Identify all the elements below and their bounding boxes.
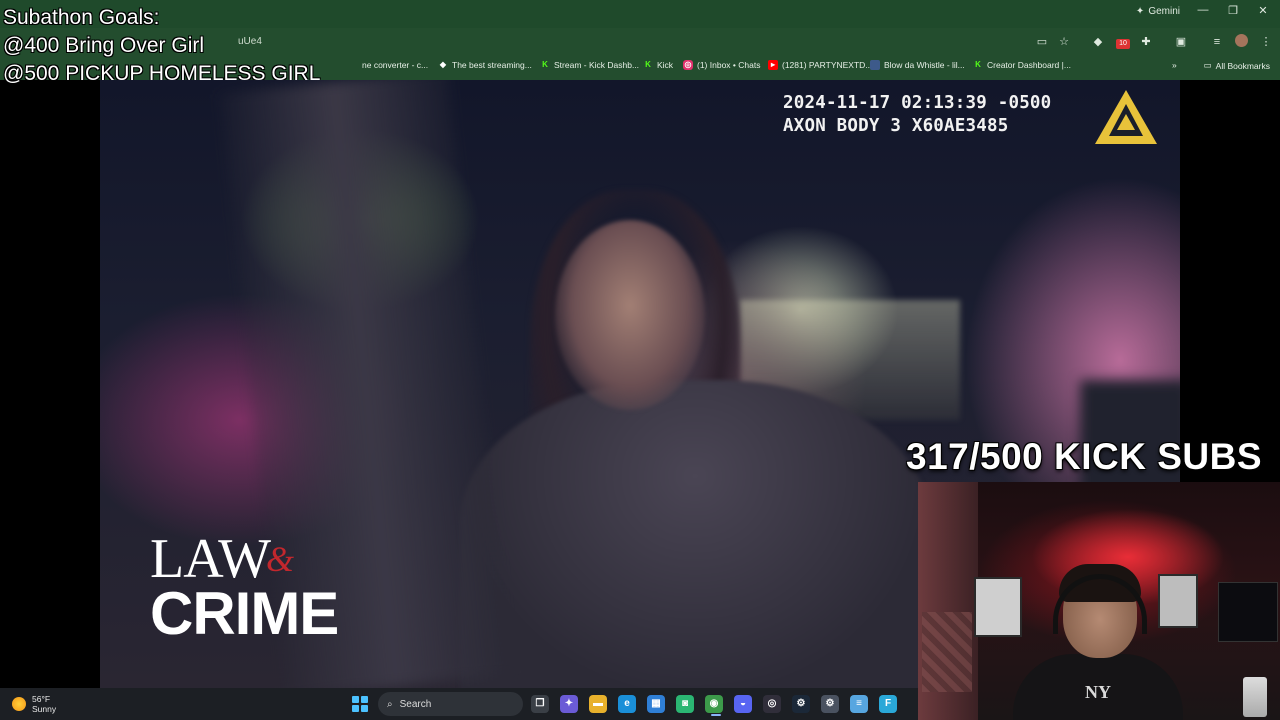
bookmark-label: ne converter - c... <box>362 60 429 70</box>
discord-icon[interactable]: ◒ <box>734 695 752 713</box>
cast-icon[interactable]: ▭ <box>1034 34 1050 50</box>
webcam-streamer: NY <box>1013 564 1183 720</box>
store-icon[interactable]: ▦ <box>647 695 665 713</box>
profile-avatar-icon[interactable] <box>1233 34 1249 50</box>
bodycam-timestamp: 2024-11-17 02:13:39 -0500 <box>783 93 1052 113</box>
bodycam-device-id: AXON BODY 3 X60AE3485 <box>783 116 1009 136</box>
gemini-sparkle-icon: ✦ <box>1135 6 1145 17</box>
kick-icon: K <box>542 60 548 69</box>
page-icon <box>870 60 880 70</box>
minimize-icon[interactable]: — <box>1195 4 1211 16</box>
diamond-icon: ◆ <box>439 60 447 69</box>
kick-sub-counter: 317/500 KICK SUBS <box>906 436 1263 477</box>
steam-icon[interactable]: ⚙ <box>792 695 810 713</box>
logo-crime: CRIME <box>150 580 339 647</box>
instagram-icon: ◎ <box>683 60 693 70</box>
bookmark-item-converter[interactable]: ne converter - c... <box>362 60 428 70</box>
settings-icon[interactable]: ⚙ <box>821 695 839 713</box>
all-bookmarks-button[interactable]: ▭ All Bookmarks <box>1204 60 1270 71</box>
weather-condition: Sunny <box>32 704 57 714</box>
sun-icon <box>12 697 26 711</box>
webcam-monitor <box>1218 582 1278 642</box>
weather-widget[interactable]: 56°F Sunny <box>12 694 56 714</box>
youtube-icon: ▸ <box>768 60 778 70</box>
notepad-icon[interactable]: ≡ <box>850 695 868 713</box>
app-f-icon[interactable]: F <box>879 695 897 713</box>
bookmarks-overflow-chevron-icon[interactable]: » <box>1172 60 1177 70</box>
extensions-puzzle-icon[interactable]: ✚ <box>1138 34 1154 50</box>
gemini-label: Gemini <box>1148 6 1180 17</box>
bookmark-item-youtube[interactable]: ▸ (1281) PARTYNEXTD... <box>768 60 872 70</box>
law-and-crime-logo: LAW& CRIME <box>150 531 339 647</box>
task-view-icon[interactable]: ❐ <box>531 695 549 713</box>
kick-icon: K <box>975 60 981 69</box>
weather-temperature: 56°F <box>32 694 51 704</box>
bookmark-label: Stream - Kick Dashb... <box>554 60 640 70</box>
streamer-webcam: NY <box>918 482 1280 720</box>
all-bookmarks-label: All Bookmarks <box>1215 60 1270 71</box>
extension-diamond-icon[interactable]: ◆ <box>1090 34 1106 50</box>
screen: ✦ Gemini — ❐ ✕ uUe4 ▭ ☆ ◆ 10 ✚ ▣ ≡ ⋮ ne … <box>0 0 1280 720</box>
axon-logo-icon <box>1095 90 1157 144</box>
ny-logo-icon: NY <box>1085 682 1111 702</box>
bookmark-label: Creator Dashboard |... <box>987 60 1071 70</box>
kick-icon: K <box>645 60 651 69</box>
gemini-button[interactable]: ✦ Gemini <box>1136 6 1180 17</box>
goals-title: Subathon Goals: <box>3 6 160 29</box>
bookmark-item-kick-dashboard[interactable]: K Stream - Kick Dashb... <box>540 60 639 70</box>
xbox-icon[interactable]: ◙ <box>676 695 694 713</box>
bookmark-item-streaming[interactable]: ◆ The best streaming... <box>438 60 532 70</box>
file-explorer-icon[interactable]: ▬ <box>589 695 607 713</box>
extension-badge-icon[interactable]: 10 <box>1115 34 1131 50</box>
bookmark-label: (1281) PARTYNEXTD... <box>782 60 873 70</box>
copilot-icon[interactable]: ✦ <box>560 695 578 713</box>
folder-icon: ▭ <box>1203 60 1212 70</box>
chrome-icon[interactable]: ◉ <box>705 695 723 713</box>
subathon-goals-overlay: Subathon Goals: @400 Bring Over Girl @50… <box>3 4 320 88</box>
logo-ampersand: & <box>266 539 295 579</box>
taskbar-search[interactable]: ⌕ Search <box>378 692 523 716</box>
bookmark-label: (1) Inbox • Chats <box>697 60 761 70</box>
close-icon[interactable]: ✕ <box>1255 4 1271 17</box>
goal-400: @400 Bring Over Girl <box>3 34 205 57</box>
media-controls-icon[interactable]: ≡ <box>1209 34 1225 50</box>
video-subject-body <box>460 380 930 688</box>
bookmark-item-instagram[interactable]: ◎ (1) Inbox • Chats <box>683 60 760 70</box>
bookmark-label: Kick <box>657 60 674 70</box>
bookmark-item-creator-dashboard[interactable]: K Creator Dashboard |... <box>973 60 1071 70</box>
video-subject-face <box>555 220 705 410</box>
bookmark-label: The best streaming... <box>452 60 532 70</box>
bodycam-stamp: 2024-11-17 02:13:39 -0500 AXON BODY 3 X6… <box>783 92 1051 138</box>
edge-icon[interactable]: e <box>618 695 636 713</box>
search-placeholder: Search <box>399 698 432 710</box>
menu-kebab-icon[interactable]: ⋮ <box>1258 34 1274 50</box>
active-app-indicator <box>711 714 721 716</box>
webcam-wall-panel <box>922 612 972 692</box>
search-icon: ⌕ <box>387 698 393 710</box>
bookmark-item-kick[interactable]: K Kick <box>643 60 673 70</box>
start-button[interactable] <box>352 696 368 712</box>
bookmark-label: Blow da Whistle - lil... <box>884 60 965 70</box>
restore-icon[interactable]: ❐ <box>1225 4 1241 17</box>
webcam-cup <box>1243 677 1267 717</box>
extension-badge: 10 <box>1116 39 1130 49</box>
bookmark-star-icon[interactable]: ☆ <box>1056 34 1072 50</box>
obs-icon[interactable]: ◎ <box>763 695 781 713</box>
side-panel-icon[interactable]: ▣ <box>1173 34 1189 50</box>
bookmark-item-blow-da-whistle[interactable]: Blow da Whistle - lil... <box>870 60 965 70</box>
